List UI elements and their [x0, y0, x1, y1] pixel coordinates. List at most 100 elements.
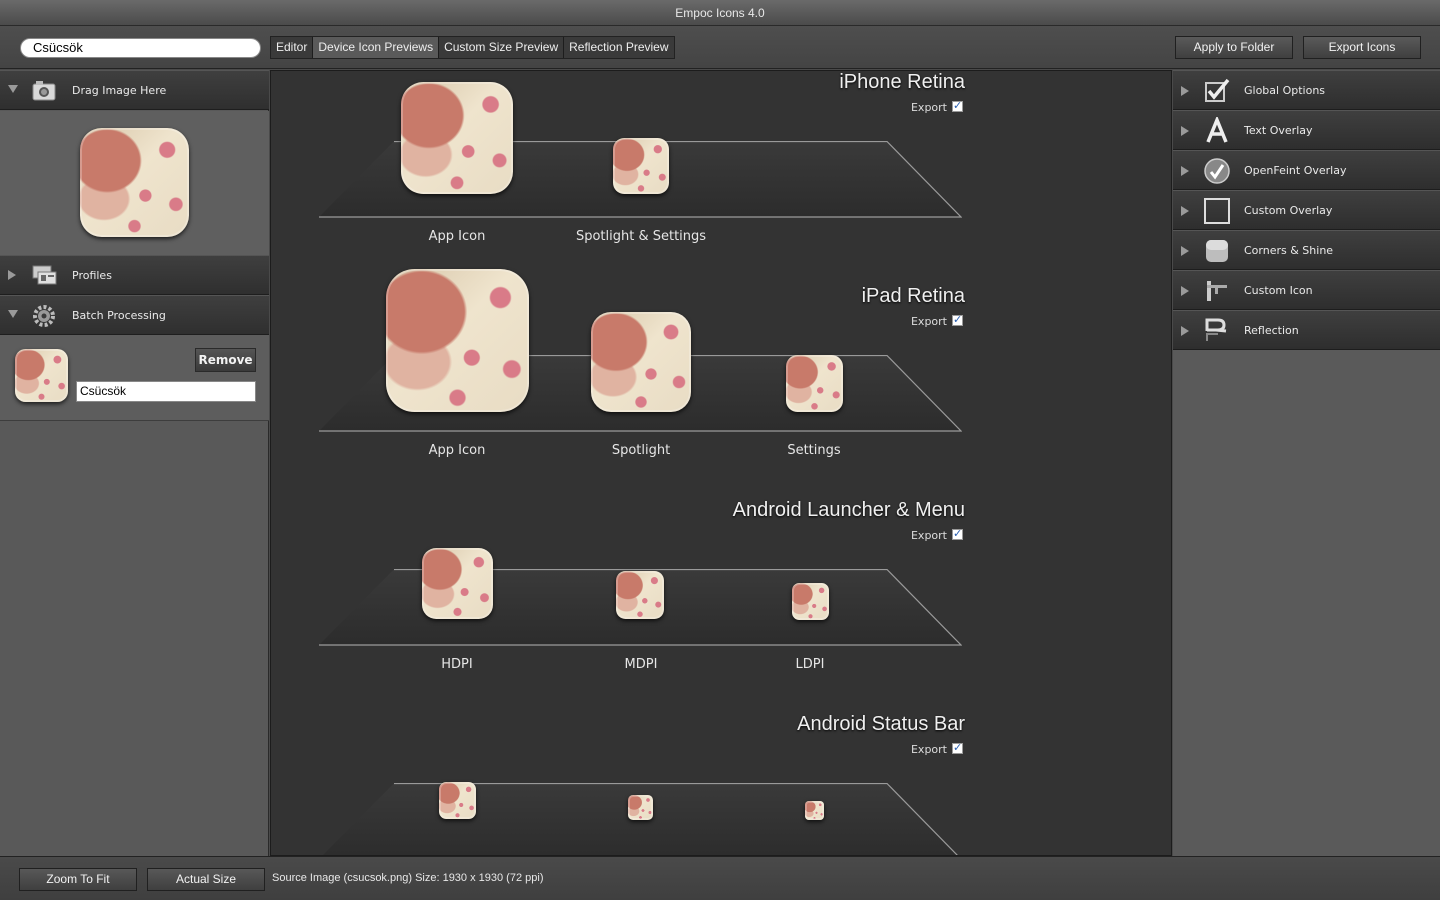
zoom-to-fit-button[interactable]: Zoom To Fit [19, 868, 137, 891]
right-panel: Global Options Text Overlay OpenFeint Ov… [1173, 70, 1440, 856]
icon-label: App Icon [428, 443, 486, 458]
icon-label: HDPI [441, 657, 473, 672]
global-options-section[interactable]: Global Options [1173, 70, 1440, 110]
hdpi-status-icon-preview [439, 782, 476, 819]
disclosure-expanded-icon[interactable] [8, 85, 18, 93]
actual-size-button[interactable]: Actual Size [147, 868, 265, 891]
export-checkbox[interactable] [952, 99, 963, 112]
section-label: OpenFeint Overlay [1244, 164, 1347, 177]
disclosure-collapsed-icon[interactable] [1181, 286, 1189, 296]
disclosure-collapsed-icon[interactable] [1181, 326, 1189, 336]
disclosure-collapsed-icon[interactable] [8, 270, 16, 280]
icon-label: Spotlight [611, 443, 671, 458]
corners-shine-section[interactable]: Corners & Shine [1173, 230, 1440, 270]
export-checkbox[interactable] [952, 527, 963, 540]
batch-item-name-field[interactable]: Csücsök [76, 381, 256, 402]
disclosure-collapsed-icon[interactable] [1181, 206, 1189, 216]
device-preview-area[interactable]: iPhone Retina Export App Icon Spotlight … [270, 70, 1172, 856]
openfeint-icon [1204, 158, 1230, 184]
drag-image-label: Drag Image Here [72, 84, 167, 97]
drag-image-section-header[interactable]: Drag Image Here [0, 70, 269, 110]
icon-label: Settings [787, 443, 841, 458]
camera-icon [32, 81, 56, 101]
bottom-bar: Zoom To Fit Actual Size Source Image (cs… [0, 856, 1440, 900]
apply-to-folder-button[interactable]: Apply to Folder [1175, 36, 1293, 59]
icon-label: LDPI [795, 657, 825, 672]
batch-processing-section-header[interactable]: Batch Processing [0, 295, 269, 335]
icon-label: Spotlight & Settings [575, 229, 707, 244]
hdpi-icon-preview [422, 548, 493, 619]
batch-item: Remove Csücsök [0, 335, 269, 421]
profiles-icon [32, 265, 57, 285]
export-label: Export [910, 743, 947, 756]
batch-processing-label: Batch Processing [72, 309, 166, 322]
export-toggle[interactable]: Export [910, 313, 963, 328]
export-checkbox[interactable] [952, 313, 963, 326]
disclosure-collapsed-icon[interactable] [1181, 86, 1189, 96]
export-toggle[interactable]: Export [910, 527, 963, 542]
gear-icon [33, 305, 55, 327]
custom-icon-section[interactable]: Custom Icon [1173, 270, 1440, 310]
source-image-thumbnail [80, 128, 189, 237]
toolbar: Csücsök Editor Device Icon Previews Cust… [0, 26, 1440, 69]
iphone-retina-group: iPhone Retina Export App Icon Spotlight … [271, 71, 1171, 285]
icon-label: App Icon [428, 229, 486, 244]
group-title: Android Status Bar [797, 713, 965, 735]
disclosure-collapsed-icon[interactable] [1181, 246, 1189, 256]
app-icon-preview [386, 269, 529, 412]
square-outline-icon [1204, 198, 1230, 224]
left-panel: Drag Image Here Profiles Batch Processin… [0, 70, 269, 856]
search-field[interactable]: Csücsök [20, 38, 261, 58]
mdpi-icon-preview [616, 571, 664, 619]
section-label: Text Overlay [1244, 124, 1313, 137]
section-label: Global Options [1244, 84, 1326, 97]
reflection-section[interactable]: Reflection [1173, 310, 1440, 350]
mdpi-status-icon-preview [628, 795, 653, 820]
text-overlay-section[interactable]: Text Overlay [1173, 110, 1440, 150]
spotlight-settings-icon-preview [613, 138, 669, 194]
disclosure-collapsed-icon[interactable] [1181, 166, 1189, 176]
tab-reflection-preview[interactable]: Reflection Preview [564, 37, 674, 58]
section-label: Custom Overlay [1244, 204, 1333, 217]
openfeint-overlay-section[interactable]: OpenFeint Overlay [1173, 150, 1440, 190]
source-image-status: Source Image (csucsok.png) Size: 1930 x … [272, 872, 544, 884]
checkmark-icon [1205, 78, 1230, 102]
export-checkbox[interactable] [952, 741, 963, 754]
export-label: Export [910, 315, 947, 328]
batch-item-thumbnail [15, 349, 68, 402]
rounded-square-icon [1206, 240, 1228, 262]
export-label: Export [910, 529, 947, 542]
group-title: iPhone Retina [839, 71, 965, 93]
custom-icon-icon [1207, 281, 1227, 301]
section-label: Corners & Shine [1244, 244, 1334, 257]
view-tabs: Editor Device Icon Previews Custom Size … [270, 36, 675, 59]
custom-overlay-section[interactable]: Custom Overlay [1173, 190, 1440, 230]
group-title: iPad Retina [861, 285, 965, 307]
group-title: Android Launcher & Menu [732, 499, 965, 521]
ldpi-icon-preview [792, 583, 829, 620]
ipad-retina-group: iPad Retina Export App Icon Spotlight Se… [271, 269, 1171, 499]
tab-editor[interactable]: Editor [271, 37, 314, 58]
remove-button[interactable]: Remove [195, 348, 256, 372]
section-label: Reflection [1244, 324, 1299, 337]
app-icon-preview [401, 82, 513, 194]
window-title: Empoc Icons 4.0 [0, 0, 1440, 26]
settings-icon-preview [786, 355, 843, 412]
app-window: Empoc Icons 4.0 Csücsök Editor Device Ic… [0, 0, 1440, 900]
ldpi-status-icon-preview [805, 801, 824, 820]
disclosure-collapsed-icon[interactable] [1181, 126, 1189, 136]
export-toggle[interactable]: Export [911, 99, 963, 114]
disclosure-expanded-icon[interactable] [8, 310, 18, 318]
export-toggle[interactable]: Export [910, 741, 963, 756]
profiles-label: Profiles [72, 269, 112, 282]
image-drop-zone[interactable] [0, 111, 269, 255]
reflection-icon [1205, 318, 1227, 341]
profiles-section-header[interactable]: Profiles [0, 255, 269, 295]
tab-device-icon-previews[interactable]: Device Icon Previews [313, 37, 440, 58]
android-status-bar-group: Android Status Bar Export [271, 713, 1171, 855]
android-launcher-group: Android Launcher & Menu Export HDPI MDPI… [271, 499, 1171, 713]
spotlight-icon-preview [591, 312, 691, 412]
tab-custom-size-preview[interactable]: Custom Size Preview [439, 37, 565, 58]
letter-a-icon [1206, 117, 1228, 143]
export-icons-button[interactable]: Export Icons [1303, 36, 1421, 59]
